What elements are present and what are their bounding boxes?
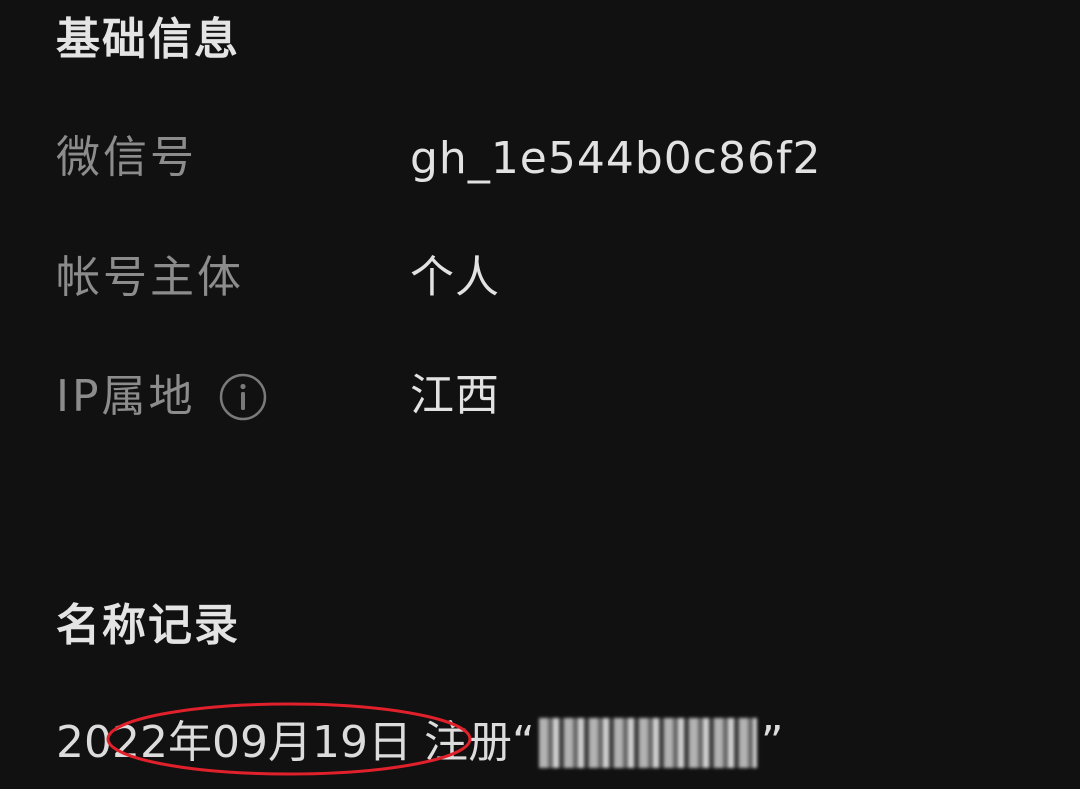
ip-location-value: 江西	[410, 370, 500, 421]
name-record-title: 名称记录	[56, 600, 240, 651]
blurred-account-name	[538, 718, 757, 768]
basic-info-title: 基础信息	[56, 14, 240, 65]
record-action: 注册	[423, 717, 512, 768]
close-quote: ”	[760, 717, 784, 768]
account-entity-label: 帐号主体	[56, 252, 244, 303]
info-icon[interactable]	[218, 372, 268, 422]
open-quote: “	[511, 717, 535, 768]
record-date: 2022年09月19日	[56, 717, 412, 768]
ip-location-label: IP属地	[56, 371, 196, 422]
name-record-entry: 2022年09月19日 注册 “ ”	[56, 718, 784, 768]
wechat-id-label: 微信号	[56, 132, 197, 183]
account-entity-value: 个人	[410, 252, 500, 303]
ip-location-label-row: IP属地	[56, 372, 268, 422]
wechat-id-value: gh_1e544b0c86f2	[410, 133, 822, 184]
